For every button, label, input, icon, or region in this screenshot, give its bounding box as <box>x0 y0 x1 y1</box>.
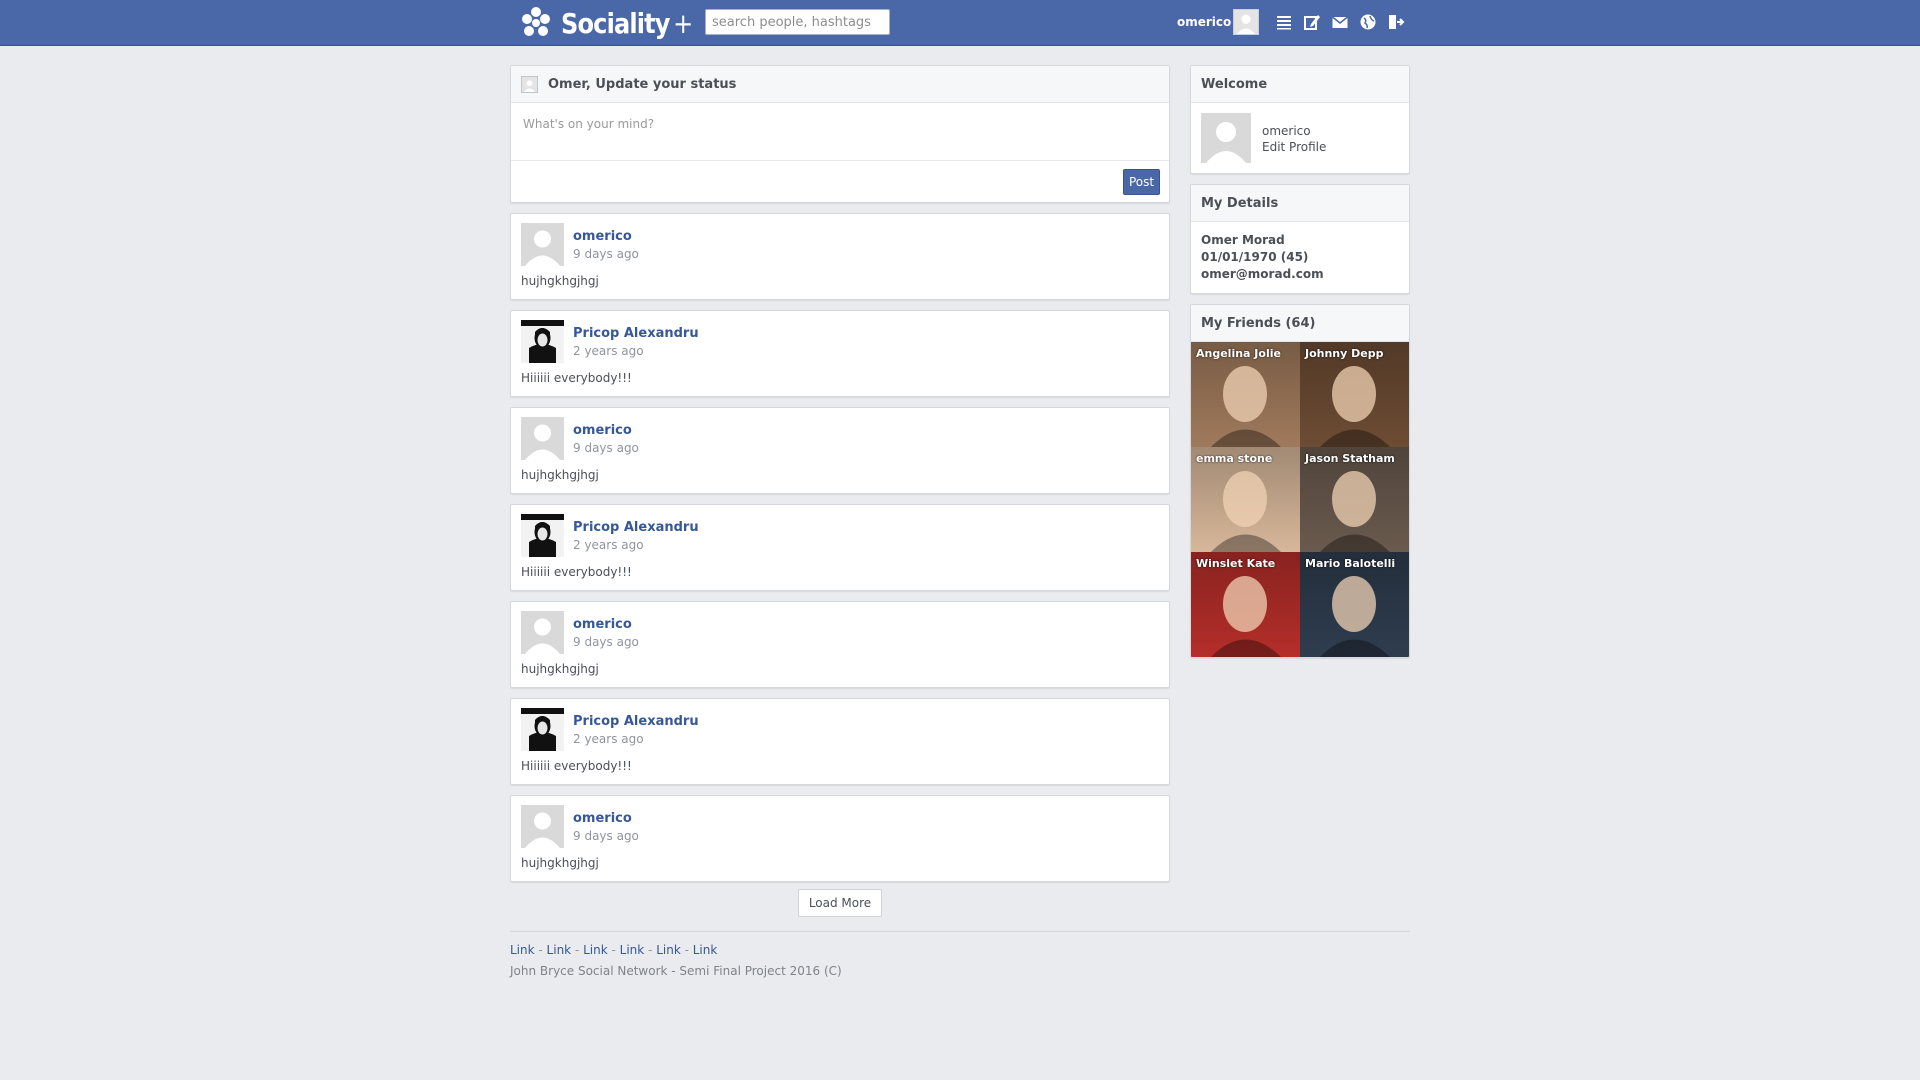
post-button[interactable]: Post <box>1123 169 1160 195</box>
post-author-link[interactable]: omerico <box>573 617 632 632</box>
post-timestamp: 2 years ago <box>573 732 644 746</box>
footer-separator: - <box>644 943 657 957</box>
details-dob: 01/01/1970 (45) <box>1201 250 1309 264</box>
feed-post: omerico 9 days ago hujhgkhgjhgj <box>510 601 1170 688</box>
post-body: Hiiiiii everybody!!! <box>521 565 632 579</box>
nav-avatar[interactable] <box>1233 9 1259 35</box>
post-body: hujhgkhgjhgj <box>521 274 599 288</box>
post-author-link[interactable]: omerico <box>573 423 632 438</box>
post-timestamp: 2 years ago <box>573 344 644 358</box>
friend-tile[interactable]: Winslet Kate <box>1191 552 1300 657</box>
logo-flower-icon <box>522 7 550 36</box>
friend-name: emma stone <box>1196 452 1273 465</box>
post-timestamp: 9 days ago <box>573 829 639 843</box>
footer-separator: - <box>534 943 547 957</box>
composer-title: Omer, Update your status <box>548 76 737 92</box>
top-navigation-bar: Sociality+ omerico <box>0 0 1920 46</box>
footer-links: Link - Link - Link - Link - Link - Link <box>510 943 717 957</box>
post-body: hujhgkhgjhgj <box>521 662 599 676</box>
welcome-title: Welcome <box>1191 66 1409 103</box>
edit-icon[interactable] <box>1302 12 1322 32</box>
post-timestamp: 9 days ago <box>573 635 639 649</box>
friend-tile[interactable]: Mario Balotelli <box>1300 552 1409 657</box>
welcome-username: omerico <box>1262 124 1311 138</box>
footer-link[interactable]: Link <box>620 943 645 957</box>
feed-post: Pricop Alexandru 2 years ago Hiiiiii every… <box>510 698 1170 785</box>
friend-tile[interactable]: Johnny Depp <box>1300 342 1409 447</box>
post-author-link[interactable]: omerico <box>573 811 632 826</box>
post-avatar[interactable] <box>521 320 564 363</box>
list-icon[interactable] <box>1274 12 1294 32</box>
load-more-button[interactable]: Load More <box>798 889 882 917</box>
feed-post: omerico 9 days ago hujhgkhgjhgj <box>510 795 1170 882</box>
feed-post: Pricop Alexandru 2 years ago Hiiiiii every… <box>510 504 1170 591</box>
status-textarea[interactable] <box>511 103 1169 161</box>
profile-avatar[interactable] <box>1201 113 1251 163</box>
footer-separator: - <box>571 943 584 957</box>
post-timestamp: 2 years ago <box>573 538 644 552</box>
post-avatar[interactable] <box>521 514 564 557</box>
post-author-link[interactable]: Pricop Alexandru <box>573 520 699 535</box>
friend-tile[interactable]: emma stone <box>1191 447 1300 552</box>
post-timestamp: 9 days ago <box>573 247 639 261</box>
footer-link[interactable]: Link <box>583 943 608 957</box>
search-input[interactable] <box>705 9 890 35</box>
footer-link[interactable]: Link <box>656 943 681 957</box>
friend-tile[interactable]: Jason Statham <box>1300 447 1409 552</box>
composer-avatar <box>521 75 538 93</box>
friends-title: My Friends (64) <box>1191 305 1409 342</box>
friend-name: Mario Balotelli <box>1305 557 1396 570</box>
details-title: My Details <box>1191 185 1409 222</box>
post-avatar[interactable] <box>521 417 564 460</box>
friend-name: Winslet Kate <box>1196 557 1276 570</box>
post-avatar[interactable] <box>521 611 564 654</box>
post-body: Hiiiiii everybody!!! <box>521 759 632 773</box>
footer-link[interactable]: Link <box>510 943 535 957</box>
post-avatar[interactable] <box>521 805 564 848</box>
friend-name: Johnny Depp <box>1305 347 1384 360</box>
brand-logo[interactable]: Sociality + <box>519 4 714 42</box>
edit-profile-link[interactable]: Edit Profile <box>1262 140 1326 154</box>
footer-copyright: John Bryce Social Network - Semi Final P… <box>510 964 842 978</box>
feed-post: omerico 9 days ago hujhgkhgjhgj <box>510 407 1170 494</box>
mail-icon[interactable] <box>1330 12 1350 32</box>
post-author-link[interactable]: Pricop Alexandru <box>573 326 699 341</box>
footer-link[interactable]: Link <box>547 943 572 957</box>
post-body: hujhgkhgjhgj <box>521 468 599 482</box>
status-composer: Omer, Update your status Post <box>510 65 1170 203</box>
globe-icon[interactable] <box>1358 12 1378 32</box>
nav-username[interactable]: omerico <box>1177 15 1231 29</box>
post-avatar[interactable] <box>521 223 564 266</box>
post-author-link[interactable]: omerico <box>573 229 632 244</box>
footer-link[interactable]: Link <box>693 943 718 957</box>
welcome-panel: Welcome omerico Edit Profile <box>1190 65 1410 174</box>
footer-divider <box>510 931 1410 932</box>
details-email: omer@morad.com <box>1201 267 1324 281</box>
post-body: Hiiiiii everybody!!! <box>521 371 632 385</box>
composer-header: Omer, Update your status <box>511 66 1169 103</box>
friend-tile[interactable]: Angelina Jolie <box>1191 342 1300 447</box>
feed-post: Pricop Alexandru 2 years ago Hiiiiii every… <box>510 310 1170 397</box>
post-author-link[interactable]: Pricop Alexandru <box>573 714 699 729</box>
friends-grid: Angelina Jolie Johnny Depp emma stone Jason… <box>1191 342 1409 657</box>
my-friends-panel: My Friends (64) Angelina Jolie Johnny Dep… <box>1190 304 1410 658</box>
details-name: Omer Morad <box>1201 233 1285 247</box>
feed-post: omerico 9 days ago hujhgkhgjhgj <box>510 213 1170 300</box>
post-timestamp: 9 days ago <box>573 441 639 455</box>
footer-separator: - <box>680 943 693 957</box>
logout-icon[interactable] <box>1386 12 1406 32</box>
brand-name: Sociality + <box>561 6 693 40</box>
footer-separator: - <box>607 943 620 957</box>
my-details-panel: My Details Omer Morad 01/01/1970 (45) om… <box>1190 184 1410 294</box>
friend-name: Jason Statham <box>1305 452 1395 465</box>
friend-name: Angelina Jolie <box>1196 347 1281 360</box>
post-body: hujhgkhgjhgj <box>521 856 599 870</box>
post-avatar[interactable] <box>521 708 564 751</box>
